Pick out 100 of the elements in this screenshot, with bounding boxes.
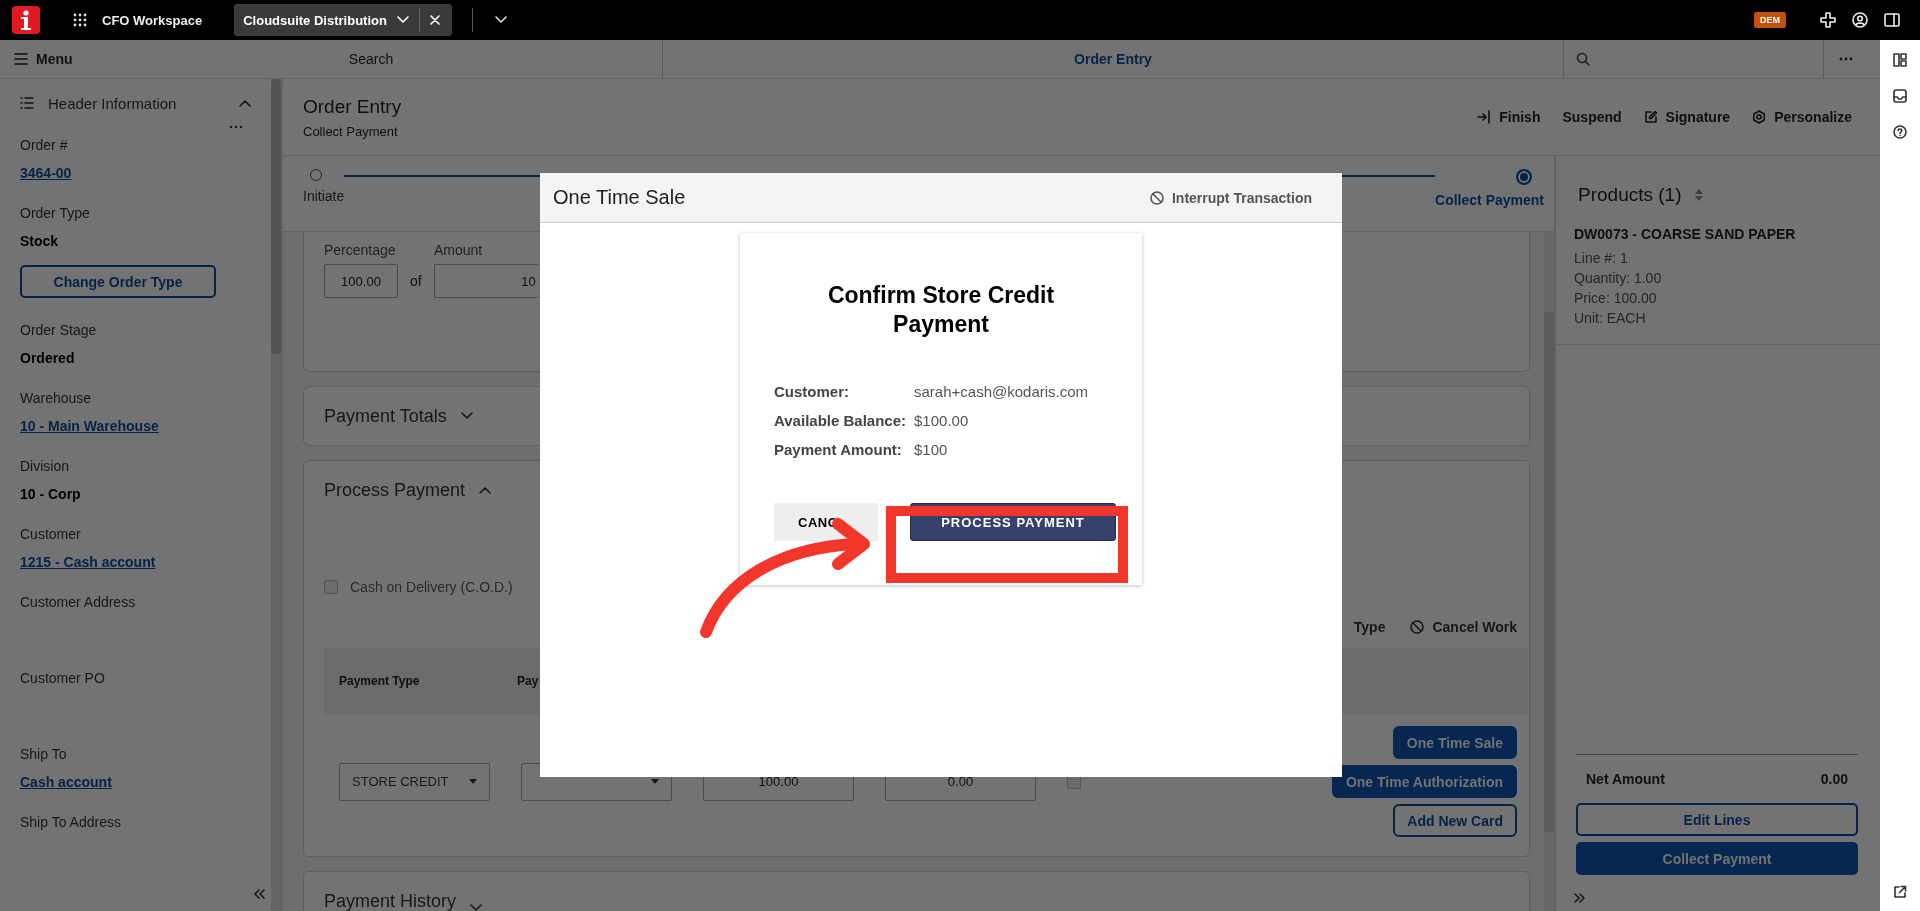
payment-type-select[interactable]: STORE CREDIT [339,762,490,801]
field-label: Order # [20,136,69,155]
action-button[interactable]: Signature [1643,109,1731,125]
cancel-icon [1410,620,1425,634]
action-button[interactable]: Cancel Work [1410,619,1517,635]
page-tab[interactable]: Order Entry [663,40,1564,78]
info-value: sarah+cash@kodaris.com [914,383,1090,400]
panel-button[interactable]: Collect Payment [1576,842,1858,875]
field-label: Division [20,457,70,476]
field-link[interactable]: Cash account [20,772,112,792]
help-icon[interactable] [1893,125,1907,139]
chevron-down-icon [396,16,409,24]
info-label: Available Balance: [774,412,906,429]
field-label: Ship To [20,745,68,764]
collapse-icon[interactable] [253,889,265,899]
search-icon [1576,52,1590,66]
product-name: DW0073 - COARSE SAND PAPER [1574,226,1797,242]
field-label: Customer [20,525,82,544]
panel-button[interactable]: Edit Lines [1576,803,1858,836]
product-detail: Price: 100.00 [1574,289,1658,308]
payment-button[interactable]: One Time Sale [1392,726,1517,759]
field-label: Customer PO [20,669,106,688]
cross-icon[interactable] [1820,12,1836,28]
product-detail: Unit: EACH [1574,309,1647,328]
info-value: $100 [914,441,949,458]
field-label: Warehouse [20,389,93,408]
menu-button[interactable]: Menu [0,51,80,67]
search-tab[interactable]: Search [80,40,663,78]
menu-icon [14,53,28,65]
section-title: Header Information [48,94,178,112]
workspace-tab[interactable]: Cloudsuite Distribution [234,4,452,36]
field-link[interactable]: 3464-00 [20,163,72,183]
action-button[interactable]: Personalize [1752,109,1852,125]
net-label: Net Amount [1586,771,1665,787]
pencil-square-icon [1643,110,1658,124]
step-marker[interactable] [310,169,322,181]
field-label: Amount [434,242,483,258]
section-title: Payment Totals [324,405,447,427]
step-label[interactable]: Collect Payment [1435,192,1544,208]
panel-title: Products (1) [1578,184,1682,206]
field-label: Percentage [324,242,397,258]
list-icon [20,97,34,109]
page-title: Order Entry [303,95,403,118]
field-label: Ship To Address [20,813,122,832]
apps-grid-icon[interactable] [73,13,87,27]
info-label: Customer: [774,383,850,400]
info-label: Payment Amount: [774,441,903,458]
more-icon[interactable] [1839,57,1853,61]
column-header: Pay [517,674,539,688]
panel-icon[interactable] [1884,12,1900,28]
change-type-button[interactable]: Change Order Type [20,265,216,298]
checkbox-label: Cash on Delivery (C.O.D.) [350,579,513,595]
sort-icon[interactable] [1695,189,1704,201]
chevron-up-icon[interactable] [239,99,251,107]
layout-icon[interactable] [1893,53,1907,67]
inbox-icon[interactable] [1893,89,1907,103]
of-label: of [410,273,422,289]
field-value: Ordered [20,349,76,368]
amount-field[interactable]: 10 [433,264,539,298]
scrollbar[interactable] [271,79,281,911]
scrollbar-thumb[interactable] [271,79,281,354]
user-icon[interactable] [1852,12,1868,28]
field-value: Stock [20,232,60,251]
section-title: Payment History [324,891,457,911]
action-button[interactable]: Type [1353,619,1386,635]
close-icon[interactable] [429,15,440,25]
info-value: $100.00 [914,412,970,429]
action-button[interactable]: Suspend [1562,109,1622,125]
external-link-icon[interactable] [1893,885,1907,899]
checkbox[interactable] [324,580,338,594]
gear-icon [1752,110,1767,124]
page-subtitle: Collect Payment [303,123,399,139]
field-link[interactable]: 10 - Main Warehouse [20,416,159,436]
caret-icon [651,779,659,784]
confirm-heading: Confirm Store Credit Payment [826,281,1056,339]
expand-icon[interactable] [1574,893,1586,903]
workspace-name: CFO Workspace [102,12,203,28]
interrupt-button[interactable]: Interrupt Transaction [1143,188,1318,207]
section-title: Process Payment [324,479,466,501]
payment-button[interactable]: One Time Authorization [1331,765,1517,798]
net-value: 0.00 [1820,771,1848,787]
field-link[interactable]: 1215 - Cash account [20,552,156,572]
caret-icon [469,779,477,784]
chevron-up-icon[interactable] [479,486,492,494]
column-header: Payment Type [339,674,421,688]
product-detail: Quantity: 1.00 [1574,269,1663,288]
logo-icon [12,6,40,34]
percentage-field[interactable]: 100.00 [324,264,398,298]
field-label: Customer Address [20,593,137,612]
payment-button[interactable]: Add New Card [1393,804,1517,837]
more-icon[interactable] [229,125,243,129]
action-button[interactable]: Finish [1477,109,1541,125]
product-detail: Line #: 1 [1574,249,1629,268]
user-badge: DEM [1754,12,1786,28]
step-label[interactable]: Initiate [303,188,345,204]
step-marker[interactable] [1516,169,1532,185]
field-value: 10 - Corp [20,485,82,504]
dialog-title: One Time Sale [553,186,686,209]
ban-icon [1149,190,1164,205]
field-label: Order Type [20,204,91,223]
